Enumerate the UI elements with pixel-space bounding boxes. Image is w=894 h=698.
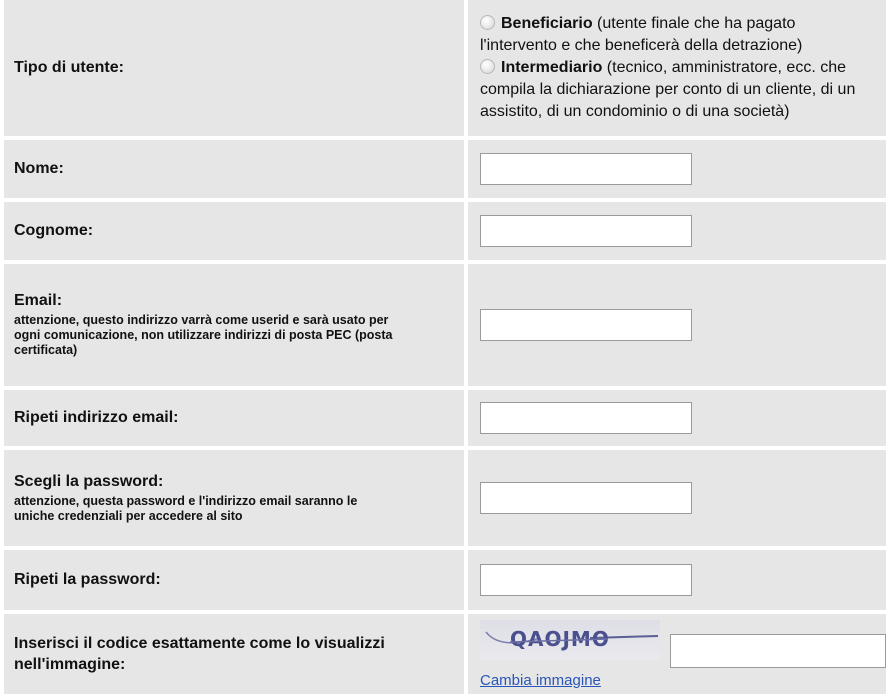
row-captcha: Inserisci il codice esattamente come lo … — [4, 614, 886, 694]
cognome-label: Cognome: — [14, 222, 94, 239]
nome-field-cell — [468, 140, 886, 198]
email-repeat-field-cell — [468, 390, 886, 446]
password-label-cell: Scegli la password: attenzione, questa p… — [4, 450, 464, 546]
registration-form: Tipo di utente: Beneficiario (utente fin… — [0, 0, 890, 698]
password-label: Scegli la password: — [14, 472, 164, 490]
email-repeat-input[interactable] — [480, 402, 692, 434]
captcha-col: QAOJMO Cambia immagine — [480, 620, 660, 689]
row-cognome: Cognome: — [4, 202, 886, 260]
password-field-cell — [468, 450, 886, 546]
password-repeat-label: Ripeti la password: — [14, 571, 161, 588]
beneficiario-title: Beneficiario — [501, 15, 593, 32]
row-password: Scegli la password: attenzione, questa p… — [4, 450, 886, 546]
nome-input[interactable] — [480, 153, 692, 185]
nome-label: Nome: — [14, 160, 64, 177]
captcha-field-cell: QAOJMO Cambia immagine — [468, 614, 886, 694]
option-beneficiario[interactable]: Beneficiario (utente finale che ha pagat… — [480, 13, 886, 35]
nome-label-cell: Nome: — [4, 140, 464, 198]
captcha-label: Inserisci il codice esattamente come lo … — [14, 635, 385, 673]
cognome-input[interactable] — [480, 215, 692, 247]
intermediario-desc-3: assistito, di un condominio o di una soc… — [480, 103, 790, 120]
email-repeat-label-cell: Ripeti indirizzo email: — [4, 390, 464, 446]
password-repeat-input[interactable] — [480, 564, 692, 596]
radio-beneficiario[interactable] — [480, 15, 495, 30]
user-type-options: Beneficiario (utente finale che ha pagat… — [468, 0, 886, 136]
password-repeat-label-cell: Ripeti la password: — [4, 550, 464, 610]
password-note: attenzione, questa password e l'indirizz… — [14, 493, 358, 523]
captcha-label-cell: Inserisci il codice esattamente come lo … — [4, 614, 464, 694]
password-input[interactable] — [480, 482, 692, 514]
row-nome: Nome: — [4, 140, 886, 198]
cognome-label-cell: Cognome: — [4, 202, 464, 260]
radio-intermediario[interactable] — [480, 59, 495, 74]
email-label-cell: Email: attenzione, questo indirizzo varr… — [4, 264, 464, 386]
option-intermediario[interactable]: Intermediario (tecnico, amministratore, … — [480, 57, 886, 79]
email-label: Email: — [14, 292, 63, 309]
row-email-repeat: Ripeti indirizzo email: — [4, 390, 886, 446]
captcha-wrap: QAOJMO Cambia immagine — [480, 620, 886, 689]
cognome-field-cell — [468, 202, 886, 260]
intermediario-title: Intermediario — [501, 59, 603, 76]
email-field-cell — [468, 264, 886, 386]
beneficiario-desc-1: (utente finale che ha pagato — [592, 15, 796, 32]
row-user-type: Tipo di utente: Beneficiario (utente fin… — [4, 0, 886, 136]
user-type-label: Tipo di utente: — [14, 59, 124, 76]
change-image-link[interactable]: Cambia immagine — [480, 672, 660, 689]
email-note: attenzione, questo indirizzo varrà come … — [14, 313, 393, 357]
password-repeat-field-cell — [468, 550, 886, 610]
email-repeat-label: Ripeti indirizzo email: — [14, 409, 179, 426]
beneficiario-desc-2: l'intervento e che beneficerà della detr… — [480, 37, 803, 54]
row-email: Email: attenzione, questo indirizzo varr… — [4, 264, 886, 386]
captcha-input[interactable] — [670, 634, 886, 668]
row-password-repeat: Ripeti la password: — [4, 550, 886, 610]
captcha-image: QAOJMO — [480, 620, 660, 660]
intermediario-desc-2: compila la dichiarazione per conto di un… — [480, 81, 856, 98]
user-type-label-cell: Tipo di utente: — [4, 0, 464, 136]
email-input[interactable] — [480, 309, 692, 341]
intermediario-desc-1: (tecnico, amministratore, ecc. che — [602, 59, 846, 76]
